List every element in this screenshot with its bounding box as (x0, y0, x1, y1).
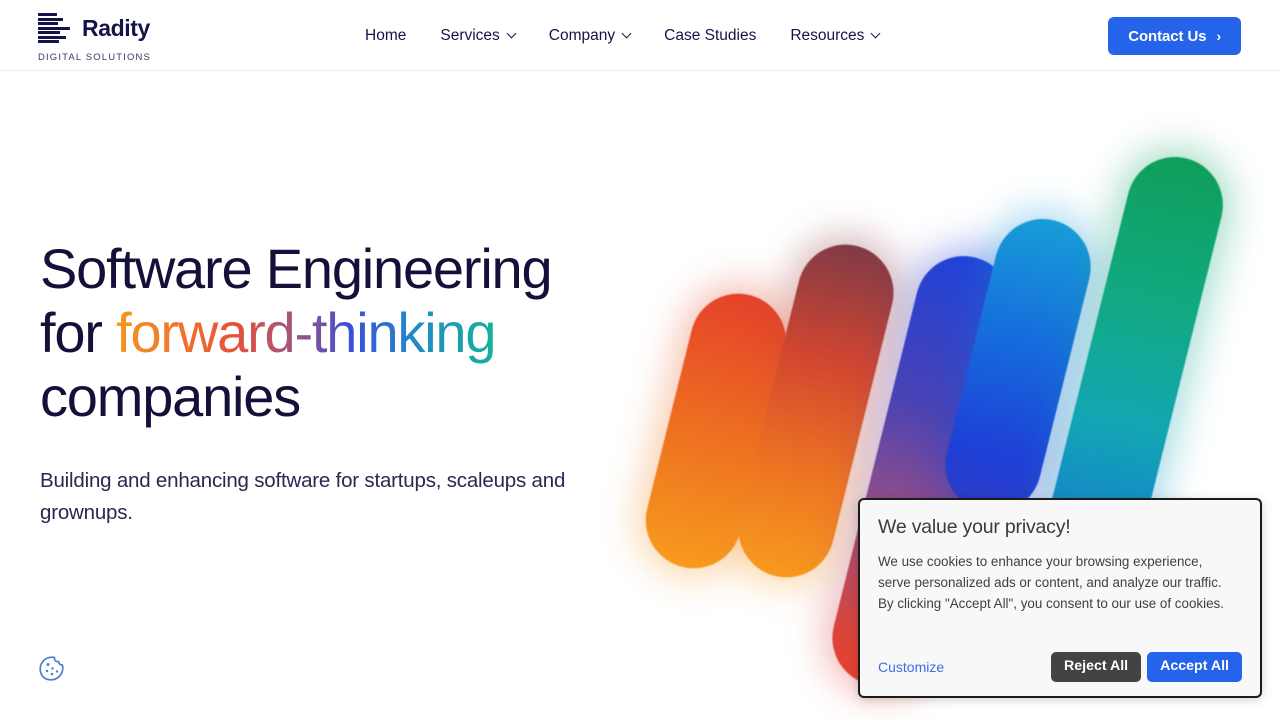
chevron-down-icon (621, 28, 632, 39)
logo-row: Radity (38, 9, 238, 47)
nav-item-services[interactable]: Services (423, 0, 531, 71)
nav-item-company[interactable]: Company (532, 0, 647, 71)
cookie-settings-button[interactable] (37, 654, 67, 684)
consent-title: We value your privacy! (878, 516, 1071, 538)
page-title: Software Engineering for forward-thinkin… (40, 237, 640, 429)
customize-link[interactable]: Customize (878, 659, 944, 675)
hero-text-block: Software Engineering for forward-thinkin… (40, 237, 640, 529)
hero-title-line1: Software Engineering (40, 237, 553, 300)
cookie-consent-dialog: We value your privacy! We use cookies to… (858, 498, 1262, 698)
logo-wordmark: Radity (82, 14, 150, 41)
site-header: Radity DIGITAL SOLUTIONS Home Services C… (0, 0, 1280, 71)
nav-label: Services (440, 26, 500, 44)
nav-label: Resources (790, 26, 865, 44)
hero-title-line3: companies (40, 365, 301, 428)
reject-all-button[interactable]: Reject All (1051, 652, 1142, 682)
nav-label: Case Studies (664, 26, 757, 44)
chevron-right-icon: › (1216, 28, 1221, 44)
chevron-down-icon (506, 28, 517, 39)
accept-all-button[interactable]: Accept All (1147, 652, 1242, 682)
logo-tagline: DIGITAL SOLUTIONS (38, 52, 151, 63)
nav-item-case-studies[interactable]: Case Studies (647, 0, 773, 71)
hero-subtitle: Building and enhancing software for star… (40, 469, 566, 524)
nav-label: Company (548, 26, 616, 44)
hero-title-gradient-word: forward-thinking (116, 301, 496, 364)
logo-link[interactable]: Radity DIGITAL SOLUTIONS (38, 9, 238, 63)
nav-item-home[interactable]: Home (365, 0, 423, 71)
contact-us-button[interactable]: Contact Us › (1108, 17, 1241, 55)
nav-label: Home (365, 26, 407, 44)
consent-button-group: Reject All Accept All (1051, 652, 1242, 682)
stacked-bars-logo-icon (38, 11, 70, 45)
contact-us-label: Contact Us (1128, 27, 1207, 45)
consent-body-text: We use cookies to enhance your browsing … (878, 554, 1224, 611)
chevron-down-icon (870, 28, 881, 39)
hero-title-line2-prefix: for (40, 301, 117, 364)
consent-actions: Customize Reject All Accept All (878, 652, 1242, 682)
cookie-icon (39, 656, 64, 681)
nav-item-resources[interactable]: Resources (773, 0, 896, 71)
main-navigation: Home Services Company Case Studies Resou… (365, 0, 896, 71)
